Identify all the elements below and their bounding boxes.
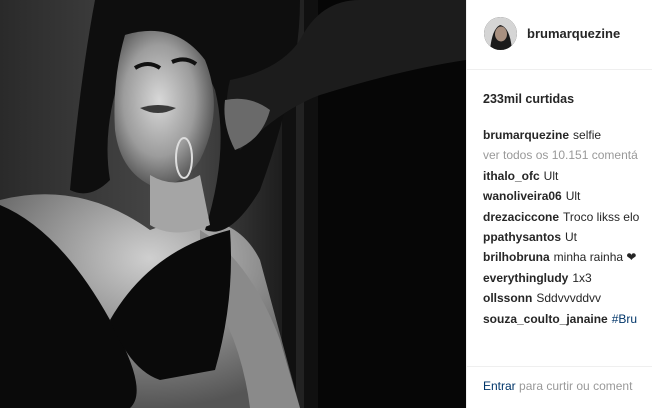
post-photo[interactable] — [0, 0, 466, 408]
caption-comment: brumarquezine selfie — [483, 126, 652, 146]
comment-text: Ult — [565, 189, 581, 204]
comment-item: ollssonn Sddvvvddvv — [483, 289, 652, 309]
post-footer: Entrar para curtir ou coment — [467, 366, 652, 408]
comment-text: selfie — [573, 128, 602, 142]
comment-user[interactable]: brilhobruna — [483, 250, 550, 264]
comment-item: wanoliveira06 Ult — [483, 187, 652, 207]
comment-item: drezaciccone Troco likss elo — [483, 208, 652, 228]
view-all-comments-link[interactable]: ver todos os 10.151 comentá — [483, 146, 652, 166]
comment-user[interactable]: drezaciccone — [483, 210, 559, 224]
comment-user[interactable]: wanoliveira06 — [483, 189, 562, 203]
login-link[interactable]: Entrar — [483, 379, 516, 393]
login-prompt-text: para curtir ou coment — [519, 379, 633, 393]
comment-user[interactable]: souza_coulto_janaine — [483, 312, 608, 326]
comment-item: souza_coulto_janaine #Bru — [483, 310, 652, 330]
comment-item: ithalo_ofc Ult — [483, 167, 652, 187]
comment-user[interactable]: ithalo_ofc — [483, 169, 540, 183]
comment-text: minha rainha ❤ — [553, 250, 637, 265]
likes-count[interactable]: 233mil curtidas — [483, 92, 574, 106]
author-username[interactable]: brumarquezine — [527, 26, 620, 41]
comment-user[interactable]: everythingludy — [483, 271, 568, 285]
comment-item: ppathysantos Ut — [483, 228, 652, 248]
comment-text: Sddvvvddvv — [536, 291, 602, 306]
comment-text: 1x3 — [572, 270, 592, 285]
comment-user[interactable]: brumarquezine — [483, 128, 569, 142]
avatar[interactable] — [484, 17, 517, 50]
comments-list: brumarquezine selfie ver todos os 10.151 … — [483, 126, 652, 330]
comment-text: Ut — [565, 229, 578, 244]
avatar-image — [484, 17, 517, 50]
comment-item: everythingludy 1x3 — [483, 269, 652, 289]
post-header: brumarquezine — [467, 0, 652, 70]
hashtag-link[interactable]: #Bru — [612, 312, 637, 326]
view-all-comments-label: ver todos os 10.151 comentá — [483, 148, 638, 163]
comment-user[interactable]: ppathysantos — [483, 230, 561, 244]
login-prompt: Entrar para curtir ou coment — [483, 379, 632, 393]
comment-item: brilhobruna minha rainha ❤ — [483, 248, 652, 268]
post-sidebar: brumarquezine 233mil curtidas brumarquez… — [466, 0, 652, 408]
comment-text: Ult — [543, 168, 559, 183]
photo-image — [0, 0, 466, 408]
comment-text: Troco likss elo — [563, 209, 640, 224]
comment-user[interactable]: ollssonn — [483, 291, 532, 305]
